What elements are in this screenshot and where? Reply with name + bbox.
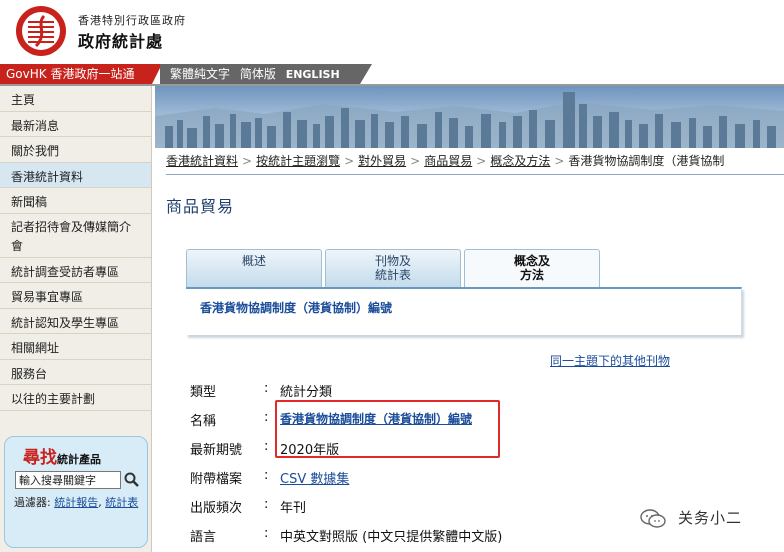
top-nav-bar: GovHK 香港政府一站通 繁體純文字 简体版 ENGLISH bbox=[0, 64, 784, 84]
language-bar: 繁體純文字 简体版 ENGLISH bbox=[160, 64, 372, 84]
tab-publications-tables[interactable]: 刊物及 統計表 bbox=[325, 249, 461, 287]
breadcrumb-separator: > bbox=[476, 154, 487, 168]
census-statistics-logo-icon[interactable] bbox=[14, 4, 68, 58]
filter-statistical-tables-link[interactable]: 統計表 bbox=[105, 496, 138, 509]
skyline-banner bbox=[155, 86, 784, 148]
detail-colon: : bbox=[264, 381, 269, 396]
detail-colon: : bbox=[264, 497, 269, 512]
tab-concepts-label-line2: 方法 bbox=[519, 268, 544, 282]
detail-label-attachment: 附帶檔案 bbox=[190, 472, 243, 487]
breadcrumb-divider bbox=[166, 174, 784, 175]
sidebar-item-related-links[interactable]: 相關網址 bbox=[0, 334, 151, 360]
sidebar: 主頁 最新消息 關於我們 香港統計資料 新聞稿 記者招待會及傳媒簡介會 統計調查… bbox=[0, 86, 152, 552]
sidebar-item-trade-matters[interactable]: 貿易事宜專區 bbox=[0, 283, 151, 309]
breadcrumb-concepts-methods[interactable]: 概念及方法 bbox=[490, 154, 550, 168]
govhk-link[interactable]: GovHK 香港政府一站通 bbox=[0, 64, 162, 84]
department-name-line2[interactable]: 政府統計處 bbox=[78, 28, 163, 52]
sidebar-item-press-releases[interactable]: 新聞稿 bbox=[0, 188, 151, 214]
detail-value-type: 統計分類 bbox=[280, 385, 333, 400]
sidebar-item-statistical-literacy[interactable]: 統計認知及學生專區 bbox=[0, 309, 151, 334]
breadcrumb-external-trade[interactable]: 對外貿易 bbox=[358, 154, 406, 168]
breadcrumb-separator: > bbox=[554, 154, 565, 168]
sidebar-item-survey-respondents[interactable]: 統計調查受訪者專區 bbox=[0, 258, 151, 283]
breadcrumb-merchandise-trade[interactable]: 商品貿易 bbox=[424, 154, 472, 168]
site-header: 香港特別行政區政府 政府統計處 bbox=[0, 0, 784, 64]
other-publications-link[interactable]: 同一主題下的其他刊物 bbox=[550, 352, 670, 369]
tab-publications-label-line2: 統計表 bbox=[374, 268, 411, 282]
breadcrumb-hk-statistics[interactable]: 香港統計資料 bbox=[166, 154, 238, 168]
detail-label-title: 名稱 bbox=[190, 414, 217, 429]
hs-codes-section-heading[interactable]: 香港貨物協調制度（港貨協制）編號 bbox=[200, 299, 392, 316]
detail-colon: : bbox=[264, 439, 269, 454]
detail-label-language: 語言 bbox=[190, 530, 217, 545]
sidebar-item-whats-new[interactable]: 最新消息 bbox=[0, 112, 151, 137]
department-name-line1: 香港特別行政區政府 bbox=[78, 14, 186, 27]
breadcrumb-browse-by-subject[interactable]: 按統計主題瀏覽 bbox=[256, 154, 340, 168]
search-title: 尋找統計產品 bbox=[23, 443, 101, 468]
tab-concepts-label-line1: 概念及 bbox=[513, 254, 550, 268]
sidebar-item-hk-statistics[interactable]: 香港統計資料 bbox=[0, 162, 151, 188]
breadcrumb-separator: > bbox=[410, 154, 421, 168]
magnifier-icon[interactable] bbox=[123, 471, 141, 489]
wechat-icon bbox=[640, 509, 666, 528]
statistical-product-search: 尋找統計產品 過濾器: 統計報告, 統計表 bbox=[4, 436, 148, 548]
search-title-small: 統計產品 bbox=[57, 453, 101, 466]
lang-traditional-text-link[interactable]: 繁體純文字 bbox=[170, 67, 230, 81]
lang-english-link[interactable]: ENGLISH bbox=[286, 68, 340, 81]
detail-colon: : bbox=[264, 410, 269, 425]
detail-label-frequency: 出版頻次 bbox=[190, 501, 243, 516]
detail-value-language: 中英文對照版 (中文只提供繁體中文版) bbox=[280, 530, 503, 545]
page-title: 商品貿易 bbox=[166, 197, 235, 216]
breadcrumb-current: 香港貨物協調制度（港貨協制 bbox=[568, 154, 725, 168]
breadcrumb-separator: > bbox=[344, 154, 355, 168]
watermark-text: 关务小二 bbox=[678, 509, 743, 527]
breadcrumb-separator: > bbox=[242, 154, 253, 168]
sidebar-item-home[interactable]: 主頁 bbox=[0, 86, 151, 112]
tab-panel: 香港貨物協調制度（港貨協制）編號 bbox=[186, 287, 742, 335]
breadcrumb: 香港統計資料 > 按統計主題瀏覽 > 對外貿易 > 商品貿易 > 概念及方法 > 香港貨物協調制度（… bbox=[166, 152, 784, 174]
detail-colon: : bbox=[264, 468, 269, 483]
red-highlight-annotation bbox=[275, 400, 500, 458]
content-tabs: 概述 刊物及 統計表 概念及 方法 香港貨物協調制度（港貨協制）編號 bbox=[186, 249, 742, 335]
detail-value-csv-link[interactable]: CSV 數據集 bbox=[280, 468, 349, 487]
sidebar-item-service-desk[interactable]: 服務台 bbox=[0, 360, 151, 385]
detail-value-frequency: 年刊 bbox=[280, 501, 307, 516]
skyline-illustration bbox=[155, 92, 784, 148]
watermark: 关务小二 bbox=[640, 507, 780, 531]
detail-label-latest-issue: 最新期號 bbox=[190, 443, 243, 458]
tab-concepts-methods[interactable]: 概念及 方法 bbox=[464, 249, 600, 287]
detail-colon: : bbox=[264, 526, 269, 541]
sidebar-item-about-us[interactable]: 關於我們 bbox=[0, 137, 151, 163]
filter-separator: , bbox=[98, 496, 102, 509]
sidebar-item-press-conferences[interactable]: 記者招待會及傳媒簡介會 bbox=[0, 214, 151, 258]
tab-overview-label: 概述 bbox=[241, 254, 266, 268]
lang-simplified-link[interactable]: 简体版 bbox=[240, 67, 276, 81]
sidebar-item-past-initiatives[interactable]: 以往的主要計劃 bbox=[0, 385, 151, 411]
tab-overview[interactable]: 概述 bbox=[186, 249, 322, 287]
detail-label-type: 類型 bbox=[190, 385, 217, 400]
search-title-big: 尋找 bbox=[23, 448, 57, 468]
filter-statistical-reports-link[interactable]: 統計報告 bbox=[54, 496, 98, 509]
filter-label: 過濾器: bbox=[14, 496, 51, 509]
tab-publications-label-line1: 刊物及 bbox=[374, 254, 411, 268]
search-input[interactable] bbox=[15, 471, 121, 489]
search-filter: 過濾器: 統計報告, 統計表 bbox=[14, 495, 144, 511]
